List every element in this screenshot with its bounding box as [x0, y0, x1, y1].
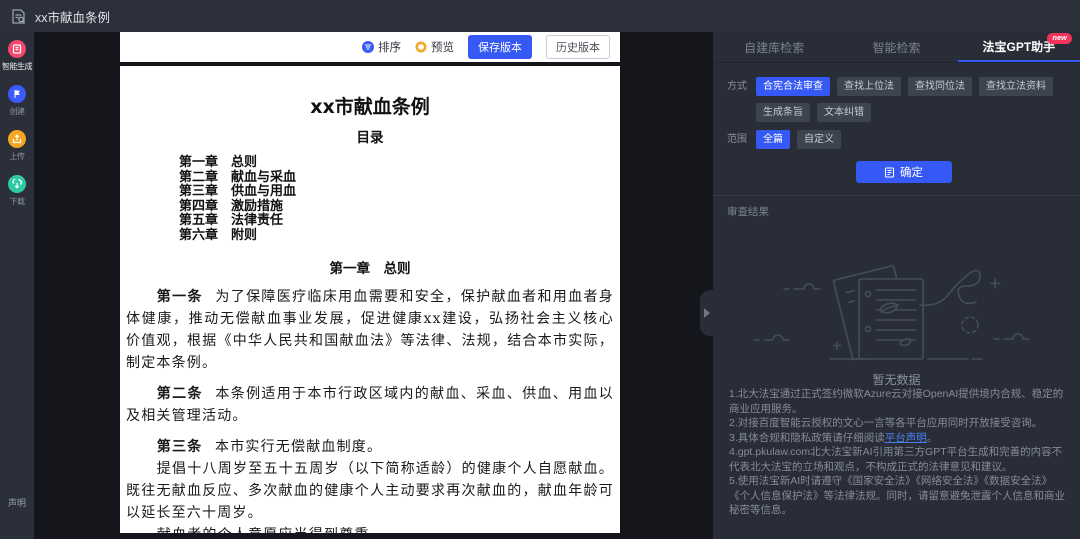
toc-item: 第一章 总则	[179, 156, 614, 171]
review-result-label: 审查结果	[713, 196, 1080, 219]
new-badge: new	[1047, 33, 1072, 44]
sidebar-item-label: 智能生成	[2, 61, 32, 72]
sidebar: 智能生成 创建 上传 下载 声明	[0, 32, 34, 539]
platform-statement-link[interactable]: 平台声明	[885, 432, 927, 444]
scope-full-text[interactable]: 全篇	[756, 130, 790, 149]
empty-state-text: 暂无数据	[713, 371, 1080, 388]
mode-find-parallel-law[interactable]: 查找同位法	[908, 77, 972, 96]
paragraph: 献血者的个人意愿应当得到尊重。	[126, 524, 614, 533]
no-data-illustration	[742, 257, 1052, 362]
tab-custom-library-search[interactable]: 自建库检索	[713, 32, 835, 62]
chevron-right-icon	[704, 308, 710, 318]
sort-label: 排序	[378, 39, 401, 55]
toc-item: 第六章 附则	[179, 229, 614, 244]
toc-item: 第二章 献血与采血	[179, 171, 614, 186]
disclaimer-line: 4.gpt.pkulaw.com北大法宝新AI引用第三方GPT平台生成和完善的内…	[729, 445, 1066, 474]
tab-label: 法宝GPT助手	[982, 38, 1055, 55]
download-icon	[8, 175, 26, 193]
disclaimer-line: 1.北大法宝通过正式签约微软Azure云对接OpenAI提供境内合规、稳定的商业…	[729, 387, 1066, 416]
panel-tabs: 自建库检索 智能检索 法宝GPT助手 new	[713, 32, 1080, 63]
mode-find-legislative-materials[interactable]: 查找立法资料	[979, 77, 1053, 96]
history-version-button[interactable]: 历史版本	[546, 35, 610, 59]
upload-icon	[8, 130, 26, 148]
disclaimer-notes: 1.北大法宝通过正式签约微软Azure云对接OpenAI提供境内合规、稳定的商业…	[729, 387, 1066, 518]
mode-label: 方式	[727, 77, 747, 122]
tab-smart-search[interactable]: 智能检索	[835, 32, 957, 62]
toc-item: 第三章 供血与用血	[179, 185, 614, 200]
empty-state: 暂无数据	[713, 257, 1080, 388]
save-version-button[interactable]: 保存版本	[468, 35, 532, 59]
mode-text-proofread[interactable]: 文本纠错	[817, 103, 871, 122]
window-title: xx市献血条例	[35, 7, 110, 26]
chapter-heading: 第一章 总则	[126, 257, 614, 277]
mode-row: 方式 合宪合法审查 查找上位法 查找同位法 查找立法资料 生成条旨 文本纠错	[727, 77, 1080, 122]
sidebar-item-create[interactable]: 创建	[8, 85, 26, 117]
paragraph: 提倡十八周岁至五十五周岁（以下简称适龄）的健康个人自愿献血。既往无献血反应、多次…	[126, 458, 614, 524]
confirm-label: 确定	[900, 164, 923, 180]
tab-fabao-gpt[interactable]: 法宝GPT助手 new	[958, 32, 1080, 62]
scope-custom[interactable]: 自定义	[797, 130, 841, 149]
collapse-handle[interactable]	[700, 290, 713, 336]
statement-link[interactable]: 声明	[0, 496, 34, 509]
scope-label: 范围	[727, 130, 747, 149]
disclaimer-line: 2.对接百度智能云授权的文心一言等各平台应用同时开放接受咨询。	[729, 416, 1066, 431]
scope-row: 范围 全篇 自定义	[727, 130, 1080, 149]
ai-generate-icon	[8, 40, 26, 58]
sidebar-item-download[interactable]: 下载	[8, 175, 26, 207]
sidebar-item-label: 创建	[10, 106, 25, 117]
confirm-button[interactable]: 确定	[856, 161, 952, 183]
sidebar-item-label: 下载	[10, 196, 25, 207]
mode-find-superior-law[interactable]: 查找上位法	[837, 77, 901, 96]
gpt-controls: 方式 合宪合法审查 查找上位法 查找同位法 查找立法资料 生成条旨 文本纠错 范…	[713, 63, 1080, 196]
preview-button[interactable]: 预览	[415, 39, 454, 55]
preview-label: 预览	[431, 39, 454, 55]
disclaimer-line: 5.使用法宝新AI时请遵守《国家安全法》《网络安全法》《数据安全法》《个人信息保…	[729, 474, 1066, 518]
app: { "topbar": { "title": "xx市献血条例" }, "sid…	[0, 0, 1080, 539]
document-toolbar: 排序 预览 保存版本 历史版本	[120, 32, 620, 62]
sort-icon	[362, 41, 374, 53]
flag-icon	[8, 85, 26, 103]
toc-item: 第五章 法律责任	[179, 214, 614, 229]
paragraph: 第二条本条例适用于本市行政区域内的献血、采血、供血、用血以及相关管理活动。	[126, 383, 614, 427]
document-search-icon	[10, 8, 27, 25]
paragraph: 第一条为了保障医疗临床用血需要和安全，保护献血者和用血者身体健康，推动无偿献血事…	[126, 286, 614, 374]
scope-options: 全篇 自定义	[756, 130, 1056, 149]
mode-constitutional-review[interactable]: 合宪合法审查	[756, 77, 830, 96]
sidebar-item-label: 上传	[10, 151, 25, 162]
topbar: xx市献血条例	[0, 0, 1080, 32]
confirm-icon	[884, 167, 895, 178]
table-of-contents: 第一章 总则 第二章 献血与采血 第三章 供血与用血 第四章 激励措施 第五章 …	[179, 156, 614, 244]
paragraph: 第三条本市实行无偿献血制度。	[126, 436, 614, 458]
mode-generate-article-summary[interactable]: 生成条旨	[756, 103, 810, 122]
sidebar-item-ai-generate[interactable]: 智能生成	[2, 40, 32, 72]
preview-icon	[415, 41, 427, 53]
sort-button[interactable]: 排序	[362, 39, 401, 55]
assistant-panel: 自建库检索 智能检索 法宝GPT助手 new 方式 合宪合法审查 查找上位法 查…	[713, 32, 1080, 539]
document-page[interactable]: xx市献血条例 目录 第一章 总则 第二章 献血与采血 第三章 供血与用血 第四…	[120, 66, 620, 533]
sidebar-item-upload[interactable]: 上传	[8, 130, 26, 162]
disclaimer-line: 3.具体合规和隐私政策请仔细阅读平台声明。	[729, 431, 1066, 446]
mode-options: 合宪合法审查 查找上位法 查找同位法 查找立法资料 生成条旨 文本纠错	[756, 77, 1056, 122]
doc-title: xx市献血条例	[126, 92, 614, 119]
toc-title: 目录	[126, 126, 614, 146]
document-body: 第一条为了保障医疗临床用血需要和安全，保护献血者和用血者身体健康，推动无偿献血事…	[126, 286, 614, 533]
